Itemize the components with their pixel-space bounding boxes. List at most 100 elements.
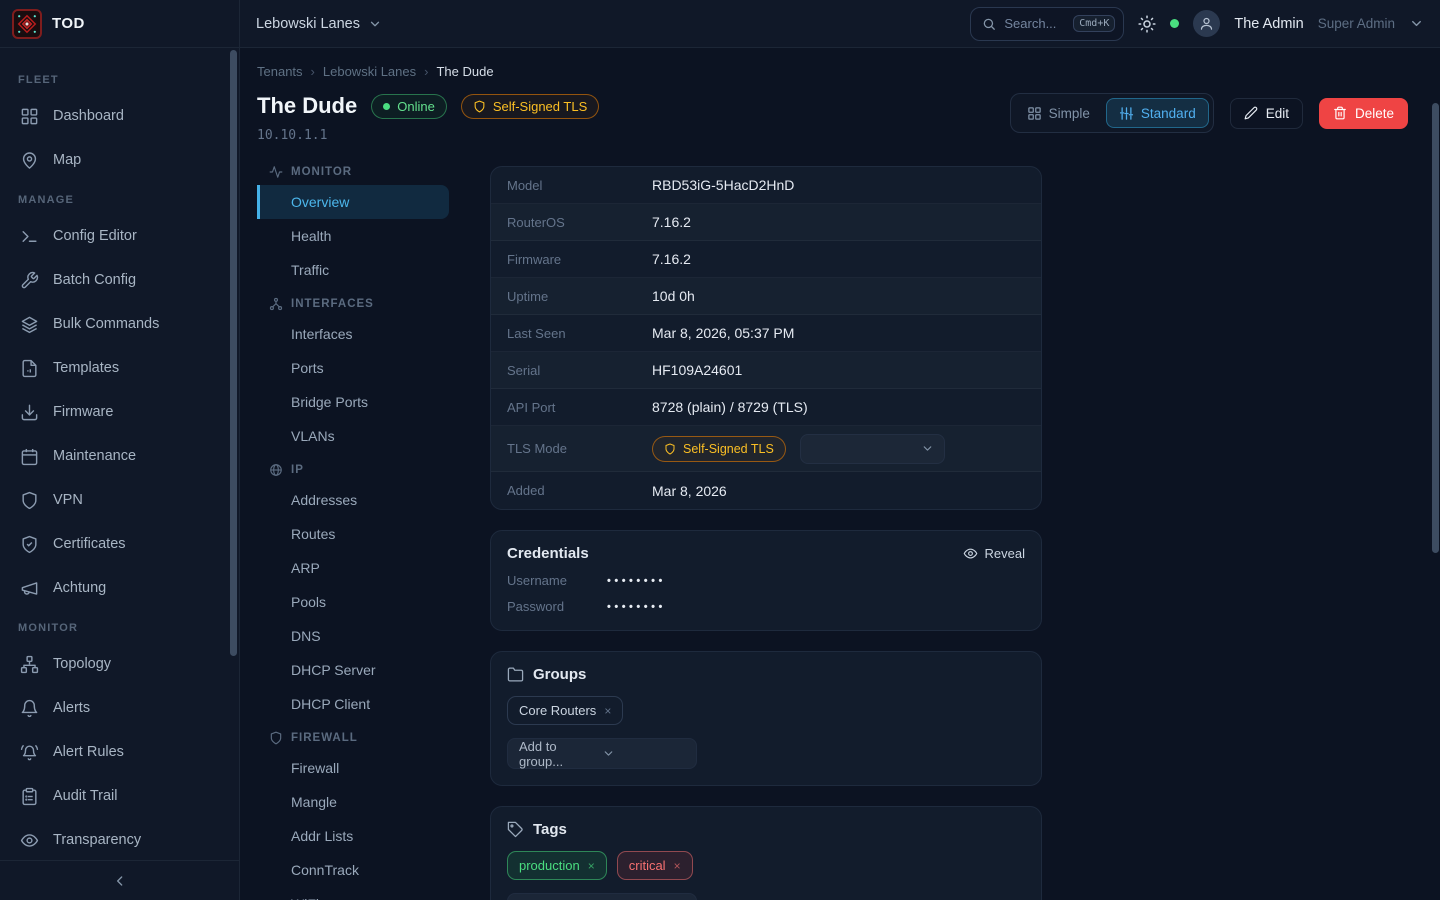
pencil-icon	[1244, 106, 1258, 120]
breadcrumb-separator-icon: ›	[311, 64, 315, 79]
sidebar-scrollbar[interactable]	[230, 50, 237, 656]
edit-button[interactable]: Edit	[1230, 98, 1303, 129]
breadcrumb-tenant[interactable]: Lebowski Lanes	[323, 64, 416, 79]
theme-toggle-sun-icon[interactable]	[1138, 15, 1156, 33]
subnav-section-monitor: MONITOR	[257, 155, 465, 185]
file-icon	[20, 359, 39, 378]
sidebar-item-vpn[interactable]: VPN	[0, 478, 239, 522]
view-mode-simple[interactable]: Simple	[1015, 98, 1102, 128]
group-chip-core-routers: Core Routers ×	[507, 696, 623, 725]
subnav-item-firewall[interactable]: Firewall	[257, 751, 449, 785]
detail-row-serial: Serial HF109A24601	[491, 352, 1041, 389]
subnav-item-addresses[interactable]: Addresses	[257, 483, 449, 517]
bell-icon	[20, 699, 39, 718]
sidebar-item-transparency[interactable]: Transparency	[0, 818, 239, 862]
sidebar-item-alert-rules[interactable]: Alert Rules	[0, 730, 239, 774]
breadcrumb-separator-icon: ›	[424, 64, 428, 79]
network-icon	[269, 297, 283, 311]
credentials-title: Credentials	[507, 545, 589, 562]
subnav-item-vlans[interactable]: VLANs	[257, 419, 449, 453]
sidebar-item-config-editor[interactable]: Config Editor	[0, 214, 239, 258]
credential-password-row: Password ••••••••	[507, 599, 1025, 614]
sidebar-collapse-button[interactable]	[0, 860, 239, 900]
subnav-item-overview[interactable]: Overview	[257, 185, 449, 219]
user-role: Super Admin	[1318, 16, 1395, 31]
add-to-group-select[interactable]: Add to group...	[507, 738, 697, 769]
subnav-item-ports[interactable]: Ports	[257, 351, 449, 385]
subnav-item-pools[interactable]: Pools	[257, 585, 449, 619]
sidebar-item-label: VPN	[53, 492, 83, 508]
subnav-item-bridge-ports[interactable]: Bridge Ports	[257, 385, 449, 419]
sidebar-item-alerts[interactable]: Alerts	[0, 686, 239, 730]
credential-username-row: Username ••••••••	[507, 573, 1025, 588]
tag-icon	[507, 821, 524, 838]
subnav-item-conntrack[interactable]: ConnTrack	[257, 853, 449, 887]
sidebar-item-firmware[interactable]: Firmware	[0, 390, 239, 434]
remove-chip-icon[interactable]: ×	[674, 859, 681, 873]
search-input[interactable]: Search... Cmd+K	[970, 7, 1124, 41]
sidebar-item-map[interactable]: Map	[0, 138, 239, 182]
page-title: The Dude	[257, 93, 357, 119]
subnav-section-ip: IP	[257, 453, 465, 483]
subnav-item-traffic[interactable]: Traffic	[257, 253, 449, 287]
sidebar-item-templates[interactable]: Templates	[0, 346, 239, 390]
view-mode-standard[interactable]: Standard	[1106, 98, 1209, 128]
main-column: Model RBD53iG-5HacD2HnD RouterOS 7.16.2 …	[490, 166, 1042, 900]
detail-row-uptime: Uptime 10d 0h	[491, 278, 1041, 315]
sidebar-item-batch-config[interactable]: Batch Config	[0, 258, 239, 302]
chevron-down-icon	[921, 442, 934, 455]
reveal-button[interactable]: Reveal	[963, 546, 1025, 561]
delete-button[interactable]: Delete	[1319, 98, 1408, 129]
sidebar: FLEET Dashboard Map MANAGE Config Editor…	[0, 48, 240, 900]
subnav-item-health[interactable]: Health	[257, 219, 449, 253]
subnav-item-dhcp-client[interactable]: DHCP Client	[257, 687, 449, 721]
subnav-section-interfaces: INTERFACES	[257, 287, 465, 317]
sidebar-item-achtung[interactable]: Achtung	[0, 566, 239, 610]
subnav-item-dns[interactable]: DNS	[257, 619, 449, 653]
tenant-selector[interactable]: Lebowski Lanes	[256, 16, 382, 32]
tls-badge: Self-Signed TLS	[461, 94, 599, 119]
add-tag-select[interactable]: Add tag...	[507, 893, 697, 900]
sidebar-item-label: Dashboard	[53, 108, 124, 124]
remove-chip-icon[interactable]: ×	[604, 704, 611, 718]
sliders-icon	[1119, 106, 1134, 121]
detail-row-added: Added Mar 8, 2026	[491, 472, 1041, 509]
sidebar-item-dashboard[interactable]: Dashboard	[0, 94, 239, 138]
sidebar-item-certificates[interactable]: Certificates	[0, 522, 239, 566]
shield-outline-icon	[664, 443, 676, 455]
subnav-item-addr-lists[interactable]: Addr Lists	[257, 819, 449, 853]
content-area: Tenants › Lebowski Lanes › The Dude The …	[240, 48, 1440, 900]
subnav-item-wifi-partial[interactable]: WiFi	[257, 887, 449, 900]
tls-mode-select[interactable]	[800, 434, 945, 464]
view-mode-toggle: Simple Standard	[1010, 93, 1214, 133]
username-masked-value: ••••••••	[607, 575, 666, 587]
device-subnav: MONITOR Overview Health Traffic INTERFAC…	[257, 155, 465, 900]
avatar[interactable]	[1193, 10, 1220, 37]
sidebar-item-bulk-commands[interactable]: Bulk Commands	[0, 302, 239, 346]
user-menu-chevron-down-icon[interactable]	[1409, 16, 1424, 31]
sidebar-item-audit-trail[interactable]: Audit Trail	[0, 774, 239, 818]
search-icon	[982, 17, 996, 31]
sidebar-item-label: Alerts	[53, 700, 90, 716]
sidebar-item-topology[interactable]: Topology	[0, 642, 239, 686]
shield-check-icon	[20, 535, 39, 554]
content-scrollbar[interactable]	[1432, 103, 1439, 553]
subnav-item-arp[interactable]: ARP	[257, 551, 449, 585]
subnav-item-dhcp-server[interactable]: DHCP Server	[257, 653, 449, 687]
sidebar-item-label: Maintenance	[53, 448, 136, 464]
shield-icon	[20, 491, 39, 510]
remove-chip-icon[interactable]: ×	[588, 859, 595, 873]
sidebar-item-label: Transparency	[53, 832, 141, 848]
breadcrumb-tenants[interactable]: Tenants	[257, 64, 303, 79]
sidebar-item-label: Achtung	[53, 580, 106, 596]
password-masked-value: ••••••••	[607, 601, 666, 613]
sidebar-item-label: Audit Trail	[53, 788, 117, 804]
subnav-section-firewall: FIREWALL	[257, 721, 465, 751]
detail-row-routeros: RouterOS 7.16.2	[491, 204, 1041, 241]
subnav-item-mangle[interactable]: Mangle	[257, 785, 449, 819]
shield-icon	[269, 731, 283, 745]
subnav-item-interfaces[interactable]: Interfaces	[257, 317, 449, 351]
sidebar-item-maintenance[interactable]: Maintenance	[0, 434, 239, 478]
subnav-item-routes[interactable]: Routes	[257, 517, 449, 551]
detail-row-api-port: API Port 8728 (plain) / 8729 (TLS)	[491, 389, 1041, 426]
